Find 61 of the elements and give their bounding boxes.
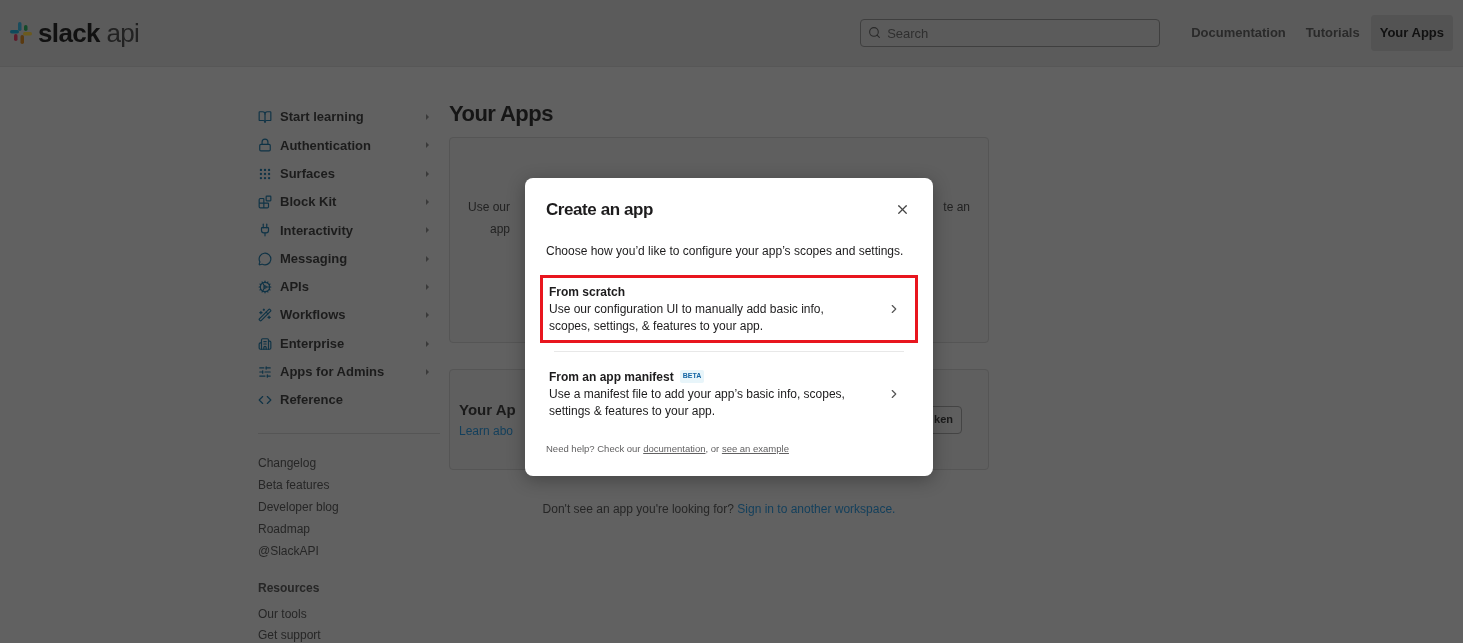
section-heading: Resources [258, 580, 321, 598]
option-title: From an app manifest [549, 368, 674, 386]
sidebar-link[interactable]: Our tools [258, 603, 440, 625]
caret-icon [426, 340, 429, 347]
card-text: Use our [468, 199, 511, 216]
book-icon [258, 110, 272, 125]
sidebar-item[interactable]: Surfaces [258, 159, 440, 188]
caret-icon [426, 114, 429, 121]
help-text: Need help? Check our documentation, or see an example [546, 441, 790, 456]
help-link[interactable]: see an example [721, 442, 789, 454]
sidebar-item[interactable]: Reference [258, 385, 440, 415]
sidebar-link[interactable]: @SlackAPI [258, 540, 440, 563]
sidebar-link[interactable]: Get support [258, 624, 440, 643]
learn-link[interactable]: Learn abo [459, 421, 516, 440]
lock-icon [258, 138, 272, 153]
search-icon [868, 26, 882, 39]
speech-bubble-icon [258, 251, 272, 266]
sidebar-item[interactable]: Messaging [258, 244, 440, 273]
sign-in-link[interactable]: Sign in to another workspace. [737, 502, 896, 516]
sidebar-item[interactable]: Workflows [258, 301, 440, 330]
plug-icon [258, 223, 272, 238]
dialog-title: Create an app [546, 199, 653, 221]
caret-icon [426, 199, 429, 206]
sidebar-item[interactable]: Start learning [258, 103, 440, 132]
sidebar-item[interactable]: Interactivity [258, 216, 440, 245]
card-text: te an [943, 199, 970, 216]
dot-grid-icon [258, 166, 272, 181]
sidebar-item[interactable]: APIs [258, 272, 440, 302]
sidebar-item[interactable]: Block Kit [258, 187, 440, 217]
card-text: app [490, 221, 510, 238]
option-item[interactable]: From scratch Use our configuration UI to manually add basic info, scopes, settings, & features to your app. [540, 274, 918, 343]
sidebar-link[interactable]: Beta features [258, 474, 440, 497]
sidebar-link[interactable]: Developer blog [258, 496, 440, 519]
help-link[interactable]: documentation [643, 442, 706, 454]
sidebar-item[interactable]: Enterprise [258, 329, 440, 358]
caret-icon [426, 368, 429, 375]
sidebar-item[interactable]: Apps for Admins [258, 357, 440, 386]
logo-wordmark[interactable]: slack api [38, 20, 140, 46]
option-title: From scratch [549, 283, 626, 301]
sidebar-link[interactable]: Roadmap [258, 518, 440, 541]
option-description: Use our configuration UI to manually add basic info, scopes, settings, & features to your app. [549, 300, 825, 335]
caret-icon [426, 142, 429, 149]
caret-icon [426, 283, 429, 290]
caret-icon [426, 255, 429, 262]
gear-icon [258, 279, 272, 294]
footer-text: Don't see an app you're looking for? Sign in to another workspace. [541, 501, 897, 518]
sidebar-link[interactable]: Changelog [258, 452, 440, 475]
nav-link[interactable]: Your Apps [1370, 15, 1453, 51]
caret-icon [426, 312, 429, 319]
dialog-description: Choose how you’d like to configure your app’s scopes and settings. [546, 242, 905, 260]
option-description: Use a manifest file to add your app’s basic info, scopes, settings & features to your app. [549, 385, 846, 420]
card-title: Your Ap [459, 400, 516, 421]
building-icon [258, 336, 272, 351]
magic-wand-icon [258, 308, 272, 323]
blocks-icon [258, 195, 272, 210]
sidebar-item[interactable]: Authentication [258, 131, 440, 160]
slack-logo-icon [10, 22, 32, 44]
sliders-icon [258, 364, 272, 379]
caret-icon [426, 227, 429, 234]
caret-icon [426, 170, 429, 177]
page-title: Your Apps [449, 100, 554, 128]
